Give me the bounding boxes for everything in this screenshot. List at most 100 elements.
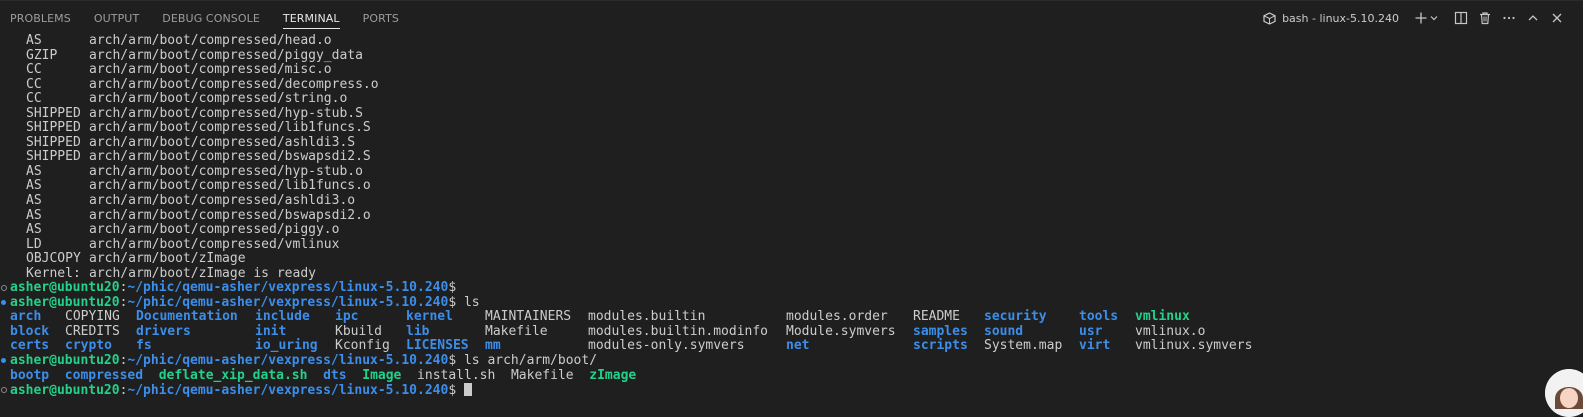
ls-entry: vmlinux.o [1135,323,1206,339]
build-step-path: arch/arm/boot/compressed/hyp-stub.S [89,105,363,121]
ls-entry: vmlinux.symvers [1135,338,1253,354]
build-step-tag: CC [26,91,42,107]
build-step-path: arch/arm/boot/compressed/lib1funcs.S [89,120,371,136]
ls-entry: usr [1079,323,1103,339]
panel-tabs: PROBLEMS OUTPUT DEBUG CONSOLE TERMINAL P… [0,1,422,35]
ls-entry: samples [913,323,968,339]
build-step-tag: SHIPPED [26,134,81,150]
split-icon [1454,11,1468,25]
ls-entry: io_uring [255,338,318,354]
prompt-user-host: asher@ubuntu20 [10,353,120,369]
kill-terminal-button[interactable] [1473,6,1497,30]
build-output-line: AS arch/arm/boot/compressed/head.o [0,33,1583,49]
ls-entry: Kbuild [335,323,382,339]
build-step-tag: CC [26,76,42,92]
ellipsis-icon [1503,16,1515,20]
command-status-icon [1,387,7,394]
ls-entry: security [984,309,1047,325]
terminal-name-label: bash - linux-5.10.240 [1282,11,1399,25]
trash-icon [1480,12,1490,25]
ls-entry: vmlinux [1135,309,1190,325]
ls-output-line: bootp compressed deflate_xip_data.sh dts… [0,367,1583,384]
build-output-line: AS arch/arm/boot/compressed/piggy.o [0,222,1583,238]
ls-entry: drivers [136,323,191,339]
ls-entry: lib [406,323,430,339]
build-step-path: arch/arm/boot/compressed/string.o [89,91,348,107]
build-step-path: arch/arm/boot/compressed/decompress.o [89,76,379,92]
ls-entry: Image [362,367,402,383]
prompt-cwd: ~/phic/qemu-asher/vexpress/linux-5.10.24… [127,280,449,296]
build-output-line: OBJCOPY arch/arm/boot/zImage [0,251,1583,267]
build-step-tag: AS [26,33,42,48]
terminal-profile-dropdown[interactable] [1427,6,1441,30]
more-actions-button[interactable] [1497,6,1521,30]
build-step-tag: AS [26,207,42,223]
build-output-line: GZIP arch/arm/boot/compressed/piggy_data [0,47,1583,64]
ls-entry: modules.builtin.modinfo [588,323,769,339]
build-step-path: arch/arm/boot/compressed/misc.o [89,62,332,78]
tab-output[interactable]: OUTPUT [94,1,139,35]
ls-entry: arch [10,309,42,325]
build-output-line: LD arch/arm/boot/compressed/vmlinux [0,236,1583,253]
ls-entry: include [255,309,310,325]
ls-entry: certs [10,338,50,354]
ls-entry: scripts [913,338,968,354]
build-output-line: SHIPPED arch/arm/boot/compressed/bswapsdi… [0,150,1583,165]
ls-entry: COPYING [65,309,120,325]
ls-entry: Makefile [485,323,548,339]
terminal-selector[interactable]: bash - linux-5.10.240 [1263,12,1399,25]
ls-entry: modules.builtin [588,309,706,325]
ls-entry: install.sh [417,367,496,383]
command-status-icon [1,358,6,364]
command-status-icon [1,285,7,292]
avatar[interactable] [1545,369,1583,417]
ls-entry: LICENSES [406,338,469,354]
tab-ports[interactable]: PORTS [363,1,399,35]
command-status-icon [1,299,6,305]
build-output-line: CC arch/arm/boot/compressed/misc.o [0,62,1583,78]
build-step-path: arch/arm/boot/compressed/bswapsdi2.S [89,149,371,165]
close-icon [1552,13,1562,23]
build-step-path: arch/arm/boot/zImage is ready [89,265,316,281]
ls-entry: CREDITS [65,323,120,339]
build-step-path: arch/arm/boot/compressed/head.o [89,33,332,48]
build-step-tag: Kernel: [26,265,81,281]
build-step-path: arch/arm/boot/compressed/piggy_data [89,47,363,63]
split-terminal-button[interactable] [1449,6,1473,30]
build-output-line: SHIPPED arch/arm/boot/compressed/lib1func… [0,121,1583,136]
tab-terminal[interactable]: TERMINAL [282,1,340,35]
prompt-cwd: ~/phic/qemu-asher/vexpress/linux-5.10.24… [127,383,449,399]
tab-debug-console[interactable]: DEBUG CONSOLE [162,1,260,35]
build-output-line: AS arch/arm/boot/compressed/hyp-stub.o [0,163,1583,180]
prompt-user-host: asher@ubuntu20 [10,280,120,296]
ls-entry: modules.order [786,309,888,325]
terminal-output[interactable]: AS arch/arm/boot/compressed/head.o GZIP arc… [0,33,1583,403]
build-step-path: arch/arm/boot/compressed/ashldi3.o [89,193,356,209]
build-step-path: arch/arm/boot/compressed/vmlinux [89,236,340,252]
terminal-shell-icon [1263,11,1276,25]
ls-entry: crypto [65,338,112,354]
ls-entry: kernel [406,309,453,325]
close-panel-button[interactable] [1545,6,1569,30]
build-step-tag: SHIPPED [26,120,81,136]
maximize-panel-button[interactable] [1521,6,1545,30]
ls-entry: net [786,338,810,354]
build-step-tag: AS [26,178,42,194]
ls-entry: README [913,309,960,325]
ls-entry: modules-only.symvers [588,338,745,354]
build-step-tag: AS [26,222,42,238]
tab-problems[interactable]: PROBLEMS [10,1,71,35]
command-text: ls arch/arm/boot/ [456,353,598,369]
prompt-line: asher@ubuntu20:~/phic/qemu-asher/vexpres… [0,383,1583,398]
chevron-up-icon [1528,15,1538,21]
ls-entry: mm [485,338,501,354]
prompt-user-host: asher@ubuntu20 [10,383,120,399]
build-step-tag: GZIP [26,47,58,63]
ls-entry: System.map [984,338,1063,354]
build-step-path: arch/arm/boot/compressed/piggy.o [89,222,340,238]
terminal-cursor [463,383,472,397]
ls-entry: MAINTAINERS [485,309,572,325]
ls-entry: zImage [589,367,637,383]
ls-entry: ipc [335,309,359,325]
build-step-path: arch/arm/boot/compressed/hyp-stub.o [89,163,363,179]
